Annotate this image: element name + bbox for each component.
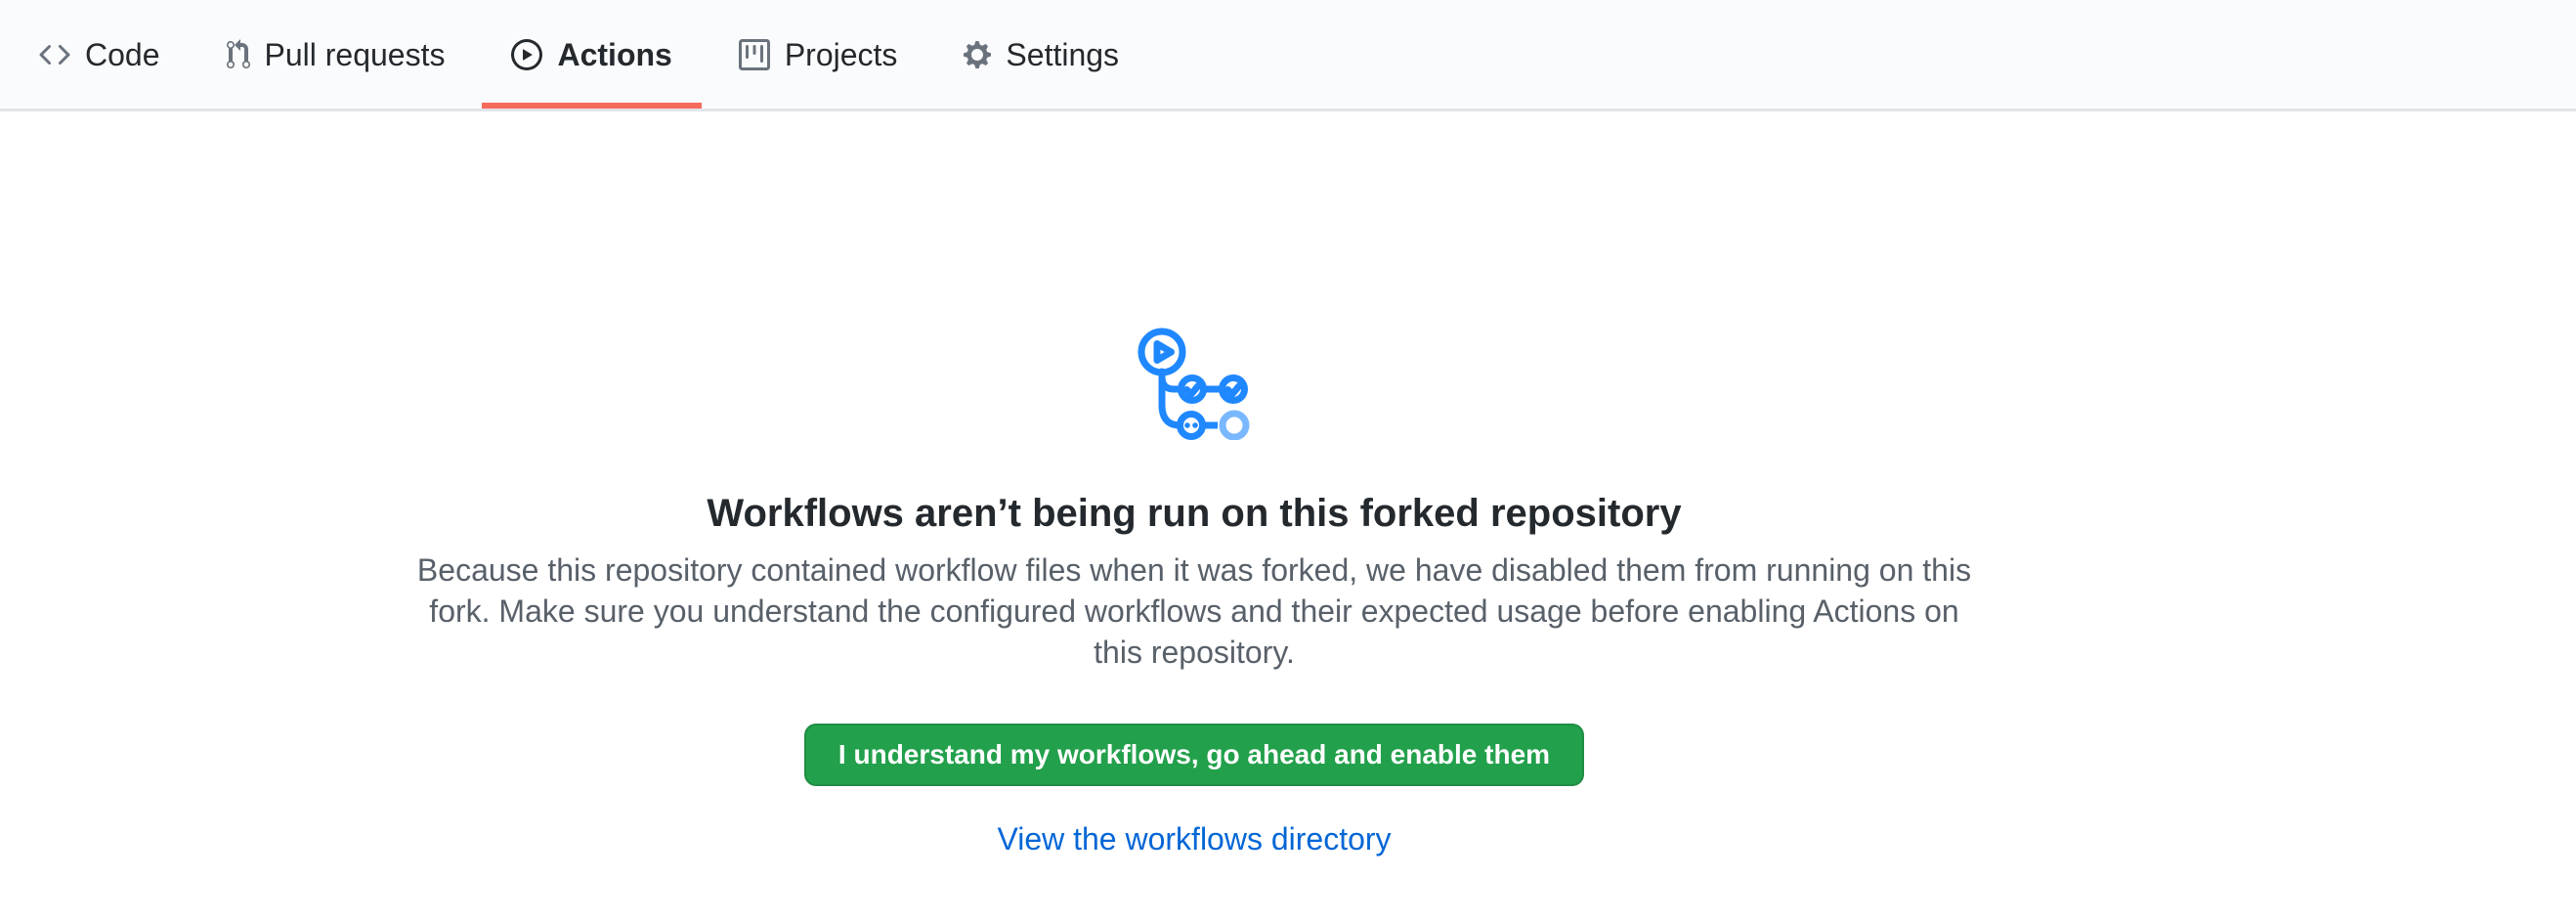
tab-settings-label: Settings xyxy=(1006,39,1119,70)
tab-code[interactable]: Code xyxy=(10,0,190,109)
blankslate-heading: Workflows aren’t being run on this forke… xyxy=(0,489,2388,538)
tab-actions-label: Actions xyxy=(557,39,671,70)
actions-blankslate: Workflows aren’t being run on this forke… xyxy=(0,323,2576,857)
tab-settings[interactable]: Settings xyxy=(934,0,1148,109)
tab-projects[interactable]: Projects xyxy=(709,0,927,109)
code-icon xyxy=(39,39,70,70)
view-workflows-directory-link[interactable]: View the workflows directory xyxy=(997,821,1391,857)
project-icon xyxy=(739,39,770,70)
blankslate-column: Workflows aren’t being run on this forke… xyxy=(0,323,2388,857)
play-icon xyxy=(511,39,542,70)
tab-actions[interactable]: Actions xyxy=(482,0,701,109)
blankslate-description: Because this repository contained workfl… xyxy=(403,549,1986,673)
workflow-graph-icon xyxy=(0,323,2388,440)
tab-code-label: Code xyxy=(85,39,160,70)
repo-nav: Code Pull requests Actions Projects Sett… xyxy=(0,0,2576,111)
tab-pull-requests-label: Pull requests xyxy=(265,39,446,70)
enable-workflows-button[interactable]: I understand my workflows, go ahead and … xyxy=(804,724,1584,786)
gear-icon xyxy=(964,39,991,70)
workflows-link-row: View the workflows directory xyxy=(0,821,2388,857)
tab-projects-label: Projects xyxy=(785,39,898,70)
tab-pull-requests[interactable]: Pull requests xyxy=(197,0,475,109)
git-pull-request-icon xyxy=(227,39,250,70)
